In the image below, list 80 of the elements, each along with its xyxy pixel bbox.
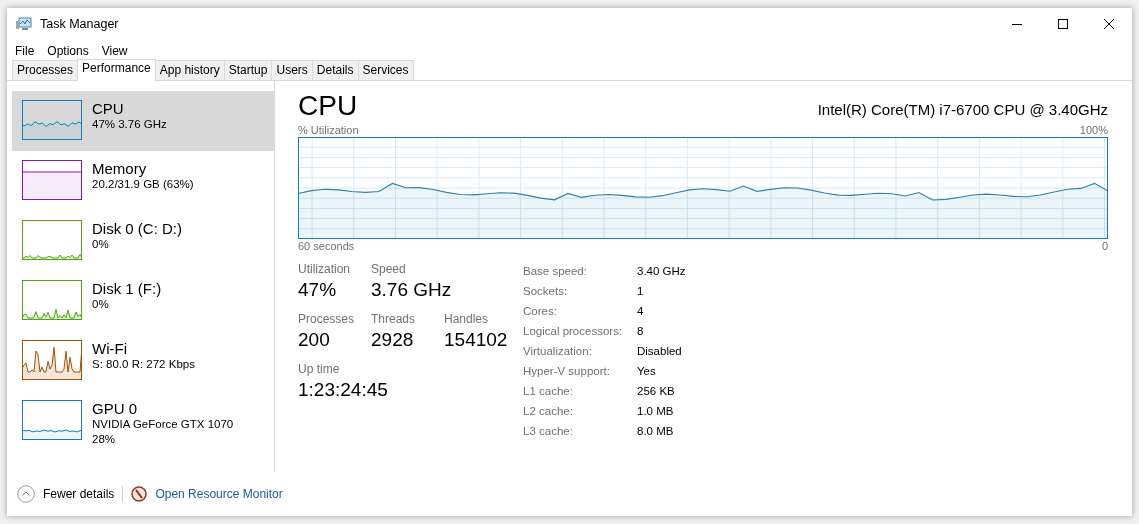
sidebar-item[interactable]: Memory 20.2/31.9 GB (63%)	[12, 151, 274, 211]
stat-label: Processes	[298, 311, 356, 327]
spec-value: 1	[636, 284, 645, 299]
usage-thumbnail	[22, 220, 82, 260]
spec-value: 256 KB	[636, 384, 676, 399]
stat-value: 1:23:24:45	[298, 378, 388, 402]
menu-item[interactable]: View	[101, 42, 128, 58]
item-detail: NVIDIA GeForce GTX 1070	[92, 417, 234, 432]
usage-thumbnail	[22, 160, 82, 200]
tab[interactable]: App history	[154, 60, 225, 80]
stat-value: 154102	[444, 328, 509, 352]
spec-value: 3.40 GHz	[636, 264, 687, 279]
item-detail: 20.2/31.9 GB (63%)	[92, 177, 194, 192]
window-title: Task Manager	[40, 15, 119, 33]
spec-value: Yes	[636, 364, 657, 379]
stat-value: 47%	[298, 278, 338, 302]
stat-value: 2928	[371, 328, 415, 352]
sidebar-item[interactable]: GPU 0 NVIDIA GeForce GTX 1070 28%	[12, 391, 274, 451]
stat-value: 3.76 GHz	[371, 278, 452, 302]
chevron-up-icon	[17, 485, 35, 503]
tab[interactable]: Users	[271, 60, 313, 80]
spec-value: 8	[636, 324, 645, 339]
panel-title: CPU	[298, 89, 358, 123]
stat-label: Utilization	[298, 261, 352, 277]
stat-label: Up time	[298, 361, 341, 377]
fewer-details-button[interactable]: Fewer details	[17, 485, 115, 503]
sidebar-item[interactable]: CPU 47% 3.76 GHz	[12, 91, 274, 151]
close-icon	[1104, 19, 1114, 29]
maximize-icon	[1058, 19, 1068, 29]
graph-label: 0	[1101, 239, 1108, 253]
sidebar-item[interactable]: Disk 0 (C: D:) 0%	[12, 211, 274, 271]
item-title: Memory	[92, 160, 148, 177]
spec-label: Sockets:	[522, 284, 569, 299]
usage-thumbnail	[22, 100, 82, 140]
item-detail: 0%	[92, 237, 110, 252]
processor-model: Intel(R) Core(TM) i7-6700 CPU @ 3.40GHz	[817, 100, 1108, 120]
minimize-icon	[1012, 23, 1022, 25]
app-icon	[16, 16, 32, 32]
graph-label: 100%	[1079, 123, 1108, 137]
item-title: CPU	[92, 100, 125, 117]
usage-thumbnail	[22, 340, 82, 380]
item-title: Disk 1 (F:)	[92, 280, 162, 297]
spec-value: 4	[636, 304, 645, 319]
spec-label: Virtualization:	[522, 344, 593, 359]
usage-thumbnail	[22, 280, 82, 320]
spec-value: 1.0 MB	[636, 404, 675, 419]
usage-thumbnail	[22, 400, 82, 440]
spec-label: Hyper-V support:	[522, 364, 611, 379]
spec-label: L1 cache:	[522, 384, 574, 399]
spec-label: Base speed:	[522, 264, 588, 279]
menu-item[interactable]: File	[15, 42, 35, 58]
spec-label: L2 cache:	[522, 404, 574, 419]
sidebar-item[interactable]: Disk 1 (F:) 0%	[12, 271, 274, 331]
spec-label: Logical processors:	[522, 324, 624, 339]
open-resource-monitor-link[interactable]: Open Resource Monitor	[155, 485, 283, 503]
item-detail: S: 80.0 R: 272 Kbps	[92, 357, 195, 372]
spec-value: Disabled	[636, 344, 683, 359]
spec-value: 8.0 MB	[636, 424, 675, 439]
item-title: Disk 0 (C: D:)	[92, 220, 182, 237]
sidebar-item[interactable]: Wi-Fi S: 80.0 R: 272 Kbps	[12, 331, 274, 391]
graph-label: 60 seconds	[298, 239, 355, 253]
menu-item[interactable]: Options	[47, 42, 89, 58]
tab[interactable]: Processes	[12, 60, 79, 80]
item-detail: 28%	[92, 432, 117, 447]
stat-label: Handles	[444, 311, 490, 327]
item-title: Wi-Fi	[92, 340, 128, 357]
item-detail: 47% 3.76 GHz	[92, 117, 167, 132]
graph-label: % Utilization	[298, 123, 359, 137]
item-title: GPU 0	[92, 400, 138, 417]
spec-label: L3 cache:	[522, 424, 574, 439]
tab[interactable]: Details	[311, 60, 359, 80]
stat-label: Threads	[371, 311, 417, 327]
tab[interactable]: Performance	[77, 59, 156, 81]
stat-value: 200	[298, 328, 331, 352]
item-detail: 0%	[92, 297, 110, 312]
spec-label: Cores:	[522, 304, 558, 319]
resource-monitor-icon	[131, 486, 148, 502]
tab[interactable]: Startup	[223, 60, 273, 80]
stat-label: Speed	[371, 261, 407, 277]
tab[interactable]: Services	[357, 60, 414, 80]
